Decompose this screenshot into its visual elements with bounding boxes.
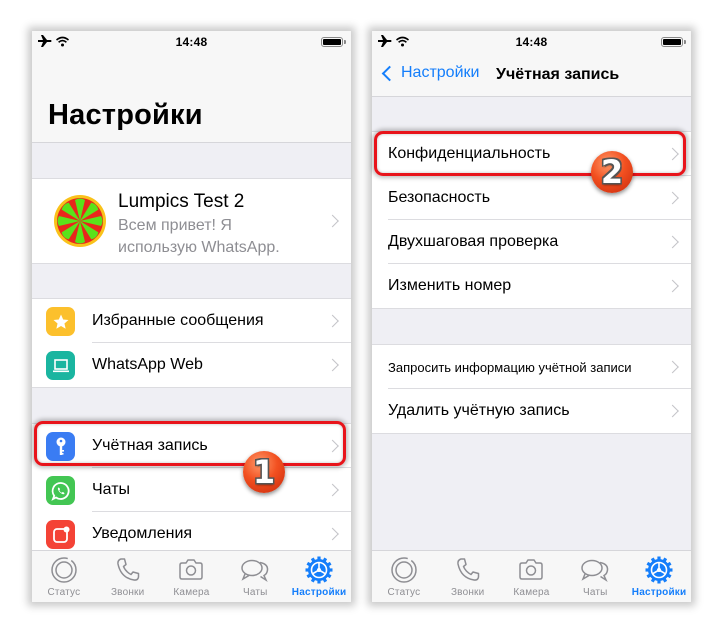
account-item-request-info[interactable]: Запросить информацию учётной записи — [372, 345, 691, 389]
chevron-right-icon — [666, 147, 679, 161]
status-time: 14:48 — [175, 35, 208, 49]
chevron-right-icon — [326, 527, 339, 541]
settings-item-label: Чаты — [92, 481, 131, 498]
tab-bar: Статус Звонки Камера Чаты Настройки — [372, 550, 691, 602]
settings-group-1: Избранные сообщения WhatsApp Web — [32, 298, 351, 388]
tab-bar: Статус Звонки Камера Чаты Настройки — [32, 550, 351, 602]
tab-label: Настройки — [291, 587, 347, 598]
status-icon — [391, 557, 417, 583]
settings-group-2: Учётная запись Чаты Уведомления — [32, 423, 351, 556]
back-button[interactable]: Настройки — [380, 64, 479, 82]
settings-item-label: Учётная запись — [92, 437, 208, 454]
chevron-right-icon — [666, 404, 679, 418]
camera-icon — [519, 559, 544, 580]
account-item-security[interactable]: Безопасность — [372, 176, 691, 220]
account-item-label: Двухшаговая проверка — [388, 233, 559, 250]
tab-label: Чаты — [583, 587, 608, 598]
settings-item-label: WhatsApp Web — [92, 356, 203, 373]
tab-settings[interactable]: Настройки — [627, 551, 691, 602]
settings-icon — [645, 556, 673, 584]
tab-label: Звонки — [110, 587, 145, 598]
chevron-left-icon — [381, 65, 398, 81]
tab-settings[interactable]: Настройки — [287, 551, 351, 602]
laptop-icon — [46, 351, 75, 380]
tab-label: Статус — [387, 587, 421, 598]
phone-icon — [116, 558, 139, 581]
chats-icon — [581, 559, 609, 582]
account-item-label: Запросить информацию учётной записи — [388, 359, 632, 375]
chevron-right-icon — [666, 191, 679, 205]
tab-label: Звонки — [450, 587, 485, 598]
chevron-right-icon — [326, 358, 339, 372]
account-item-label: Конфиденциальность — [388, 145, 551, 162]
account-item-label: Удалить учётную запись — [388, 402, 570, 419]
tab-status[interactable]: Статус — [372, 551, 436, 602]
tab-calls[interactable]: Звонки — [436, 551, 500, 602]
battery-icon — [661, 37, 686, 47]
key-icon — [46, 432, 75, 461]
notification-icon — [46, 520, 75, 549]
status-bar: 14:48 — [32, 31, 351, 53]
tab-calls[interactable]: Звонки — [96, 551, 160, 602]
profile-name: Lumpics Test 2 — [118, 191, 245, 212]
avatar — [48, 189, 112, 253]
account-item-two-step[interactable]: Двухшаговая проверка — [372, 220, 691, 264]
star-icon — [46, 307, 75, 336]
status-bar: 14:48 — [372, 31, 691, 53]
chevron-right-icon — [326, 314, 339, 328]
tab-chats[interactable]: Чаты — [223, 551, 287, 602]
settings-item-account[interactable]: Учётная запись — [32, 424, 351, 468]
chevron-right-icon — [326, 214, 339, 228]
settings-item-chats[interactable]: Чаты — [32, 468, 351, 512]
chevron-right-icon — [666, 279, 679, 293]
account-group-2: Запросить информацию учётной записи Удал… — [372, 344, 691, 434]
tab-chats[interactable]: Чаты — [563, 551, 627, 602]
settings-item-whatsapp-web[interactable]: WhatsApp Web — [32, 343, 351, 387]
account-item-change-number[interactable]: Изменить номер — [372, 264, 691, 308]
profile-status: Всем привет! Я использую WhatsApp. — [118, 217, 280, 256]
settings-item-label: Уведомления — [92, 525, 193, 542]
phone-screen-settings: 14:48 Настройки Lumpics Test 2 Всем прив… — [32, 31, 351, 602]
status-icon — [51, 557, 77, 583]
status-time: 14:48 — [515, 35, 548, 49]
account-group-1: Конфиденциальность Безопасность Двухшаго… — [372, 131, 691, 309]
phone-icon — [456, 558, 479, 581]
chevron-right-icon — [326, 439, 339, 453]
nav-bar: Настройки Учётная запись — [372, 53, 691, 97]
profile-group: Lumpics Test 2 Всем привет! Я использую … — [32, 178, 351, 264]
camera-icon — [179, 559, 204, 580]
tab-label: Камера — [513, 587, 550, 598]
chats-icon — [241, 559, 269, 582]
account-item-label: Изменить номер — [388, 277, 512, 294]
tab-label: Статус — [47, 587, 81, 598]
step-2-badge: 2 — [591, 151, 633, 193]
page-title: Настройки — [48, 99, 203, 131]
profile-row[interactable]: Lumpics Test 2 Всем привет! Я использую … — [32, 179, 351, 263]
settings-icon — [305, 556, 333, 584]
tab-status[interactable]: Статус — [32, 551, 96, 602]
page-title: Учётная запись — [496, 66, 620, 83]
battery-icon — [321, 37, 346, 47]
step-1-badge: 1 — [243, 451, 285, 493]
account-item-delete[interactable]: Удалить учётную запись — [372, 389, 691, 433]
chevron-right-icon — [666, 360, 679, 374]
chevron-right-icon — [666, 235, 679, 249]
tab-camera[interactable]: Камера — [500, 551, 564, 602]
tab-label: Камера — [173, 587, 210, 598]
chevron-right-icon — [326, 483, 339, 497]
settings-item-starred[interactable]: Избранные сообщения — [32, 299, 351, 343]
tab-label: Чаты — [243, 587, 268, 598]
tab-camera[interactable]: Камера — [160, 551, 224, 602]
settings-item-label: Избранные сообщения — [92, 312, 264, 329]
header: Настройки — [32, 53, 351, 143]
account-item-privacy[interactable]: Конфиденциальность — [372, 132, 691, 176]
tab-label: Настройки — [631, 587, 687, 598]
account-item-label: Безопасность — [388, 189, 491, 206]
back-label: Настройки — [401, 64, 480, 81]
phone-screen-account: 14:48 Настройки Учётная запись Конфиденц… — [372, 31, 691, 602]
whatsapp-icon — [46, 476, 75, 505]
